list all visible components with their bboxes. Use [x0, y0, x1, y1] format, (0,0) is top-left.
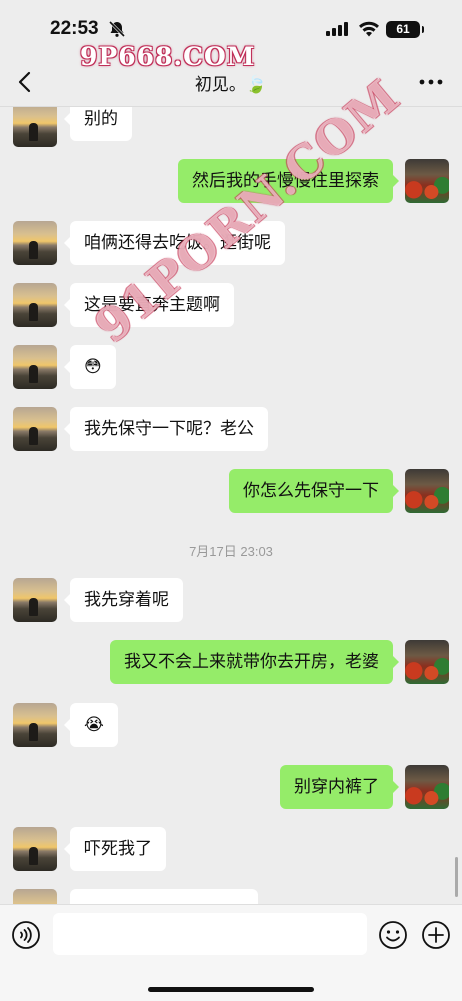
bell-muted-icon [108, 20, 126, 38]
contact-avatar[interactable] [13, 889, 57, 904]
cellular-signal-icon [326, 22, 348, 36]
self-avatar[interactable] [405, 765, 449, 809]
chat-scrollbar[interactable] [455, 857, 458, 897]
message-bubble-sent[interactable]: 我又不会上来就带你去开房，老婆 [110, 640, 399, 684]
chat-title: 初见。🍃 [194, 75, 268, 95]
contact-avatar[interactable] [13, 703, 57, 747]
status-time: 22:53 [50, 18, 99, 39]
message-bubble-received[interactable]: 我先保守一下呢？老公 [64, 407, 268, 451]
contact-avatar[interactable] [13, 283, 57, 327]
chat-history[interactable]: 别的 然后我的手慢慢往里探索 咱俩还得去吃饭。逛街呢 这是要直奔主题啊 😳 我先… [0, 107, 462, 904]
message-bubble-sent[interactable]: 别穿内裤了 [280, 765, 399, 809]
battery-indicator: 61 [386, 21, 424, 38]
self-avatar[interactable] [405, 159, 449, 203]
contact-avatar[interactable] [13, 221, 57, 265]
contact-avatar[interactable] [13, 107, 57, 147]
message-bubble-received[interactable]: 😭 [64, 703, 118, 747]
nav-bar: 初见。🍃 [0, 58, 462, 107]
timestamp-divider: 7月17日 23:03 [189, 544, 273, 559]
message-bubble-received[interactable]: 😳 [64, 345, 116, 389]
contact-avatar[interactable] [13, 345, 57, 389]
self-avatar[interactable] [405, 469, 449, 513]
contact-avatar[interactable] [13, 578, 57, 622]
message-bubble-received[interactable]: 我先穿着呢 [64, 578, 183, 622]
message-bubble-sent[interactable]: 你怎么先保守一下 [229, 469, 399, 513]
plus-icon[interactable] [421, 920, 451, 950]
message-bubble-received[interactable]: 别的 [64, 107, 132, 141]
voice-icon[interactable] [11, 920, 41, 950]
message-bubble-sent[interactable]: 然后我的手慢慢往里探索 [178, 159, 399, 203]
contact-avatar[interactable] [13, 827, 57, 871]
more-dots-icon[interactable] [418, 70, 444, 94]
message-bubble-received[interactable]: 吓死我了 [64, 827, 166, 871]
self-avatar[interactable] [405, 640, 449, 684]
message-bubble-received[interactable]: 咱俩还得去吃饭。逛街呢 [64, 221, 285, 265]
home-indicator [148, 987, 314, 992]
message-bubble-received-partial[interactable] [70, 889, 258, 904]
contact-avatar[interactable] [13, 407, 57, 451]
emoji-icon[interactable] [378, 920, 408, 950]
message-input[interactable] [53, 913, 367, 955]
wifi-icon [359, 21, 379, 37]
message-bubble-received[interactable]: 这是要直奔主题啊 [64, 283, 234, 327]
input-bar [0, 904, 462, 1001]
